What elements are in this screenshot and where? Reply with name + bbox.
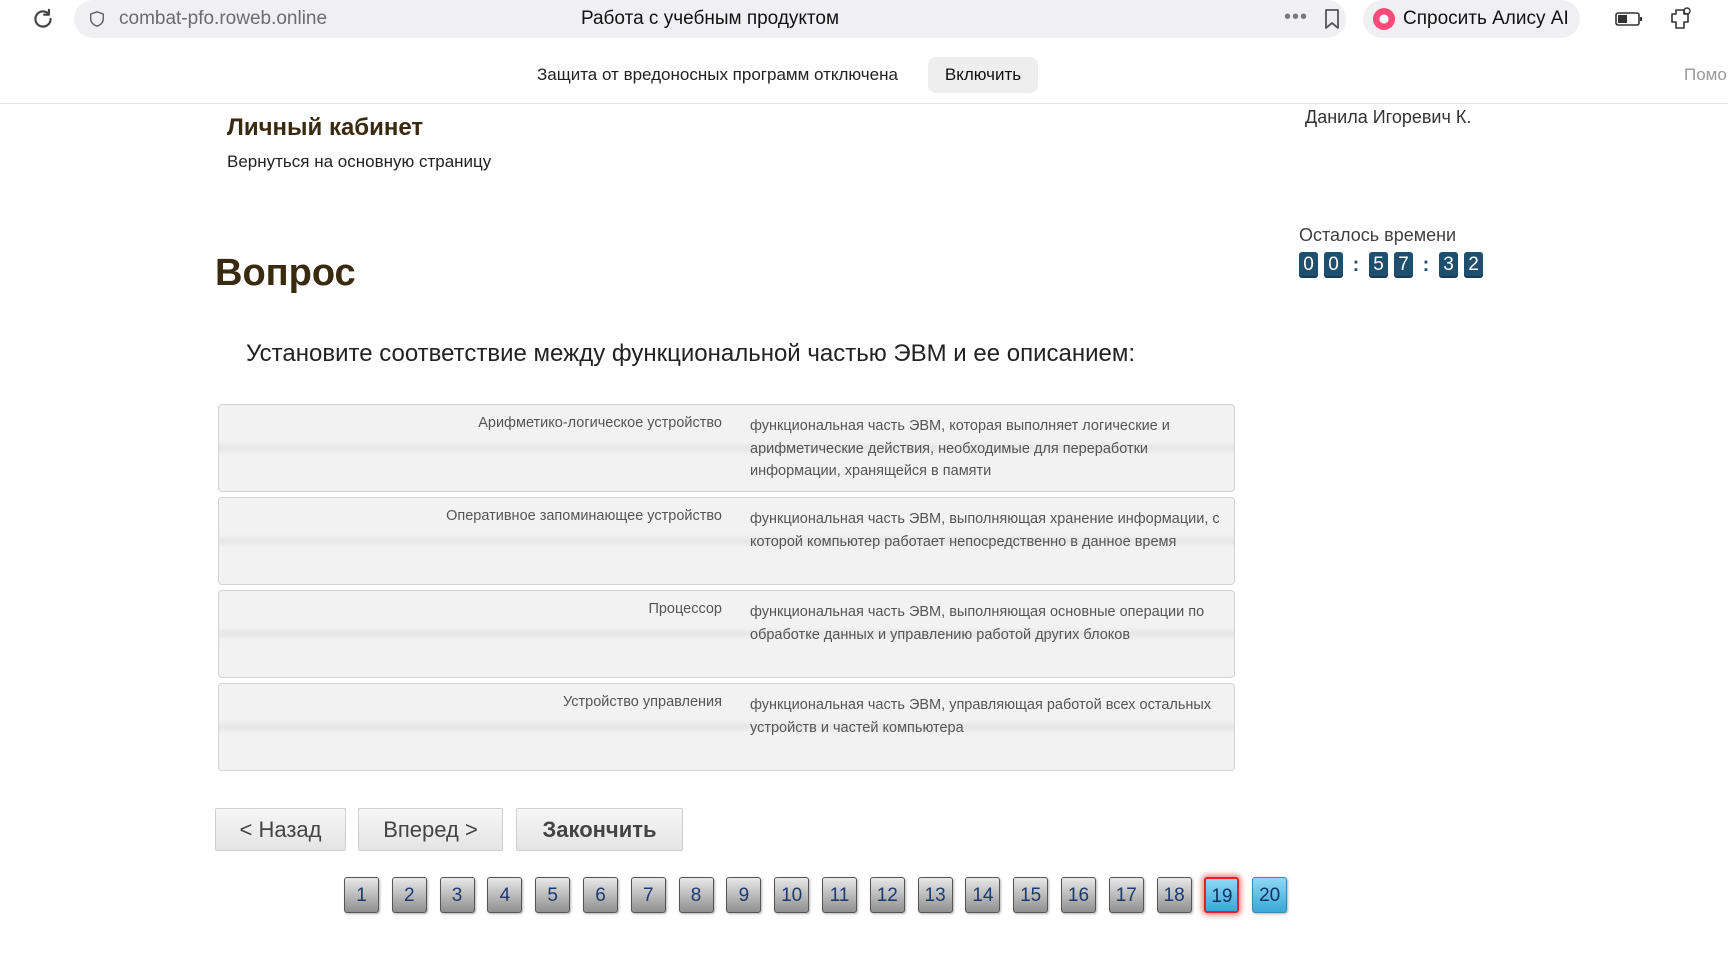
matching-row[interactable]: Устройство управления функциональная час… [218, 683, 1235, 771]
page-button[interactable]: 8 [678, 877, 714, 913]
timer-digit: 7 [1394, 252, 1413, 278]
page-button[interactable]: 4 [487, 877, 523, 913]
extensions-icon[interactable] [1670, 6, 1694, 32]
page-button[interactable]: 18 [1156, 877, 1192, 913]
timer-digit: 0 [1299, 252, 1318, 278]
page-button[interactable]: 7 [630, 877, 666, 913]
timer-digit: 0 [1324, 252, 1343, 278]
matching-row[interactable]: Оперативное запоминающее устройство функ… [218, 497, 1235, 585]
address-bar[interactable]: combat-pfo.roweb.online Работа с учебным… [74, 0, 1346, 38]
page-button[interactable]: 12 [869, 877, 905, 913]
bookmark-icon[interactable] [1322, 8, 1342, 30]
ask-alice-label: Спросить Алису AI [1403, 8, 1569, 29]
matching-description[interactable]: функциональная часть ЭВМ, которая выполн… [750, 415, 1230, 483]
next-button[interactable]: Вперед > [358, 808, 503, 851]
alice-icon [1373, 8, 1395, 30]
more-horizontal-icon[interactable]: ••• [1284, 6, 1308, 29]
timer-digit: 3 [1439, 252, 1458, 278]
page-button[interactable]: 5 [535, 877, 571, 913]
matching-term: Процессор [648, 601, 722, 617]
matching-table: Арифметико-логическое устройство функцио… [218, 404, 1235, 776]
matching-description[interactable]: функциональная часть ЭВМ, управляющая ра… [750, 694, 1230, 739]
help-link[interactable]: Помощь [1684, 65, 1728, 85]
page-button[interactable]: 3 [439, 877, 475, 913]
back-to-main-link[interactable]: Вернуться на основную страницу [227, 152, 491, 172]
notification-text: Защита от вредоносных программ отключена [537, 65, 898, 84]
personal-cabinet-title[interactable]: Личный кабинет [227, 114, 423, 142]
page-button[interactable]: 6 [583, 877, 618, 913]
ask-alice-button[interactable]: Спросить Алису AI [1363, 0, 1580, 38]
page-button[interactable]: 1 [344, 877, 379, 913]
page-button[interactable]: 17 [1108, 877, 1144, 913]
matching-term: Устройство управления [563, 694, 722, 710]
page-button[interactable]: 14 [965, 877, 1001, 913]
timer-separator: : [1352, 253, 1360, 276]
page-button[interactable]: 15 [1013, 877, 1049, 913]
enable-protection-button[interactable]: Включить [928, 57, 1038, 93]
page-button[interactable]: 10 [774, 877, 810, 913]
security-notification-bar: Защита от вредоносных программ отключена… [0, 38, 1728, 104]
page-title: Работа с учебным продуктом [580, 8, 840, 29]
browser-toolbar: combat-pfo.roweb.online Работа с учебным… [0, 0, 1728, 38]
page-button[interactable]: 9 [726, 877, 762, 913]
user-name: Данила Игоревич К. [1305, 107, 1472, 127]
matching-row[interactable]: Арифметико-логическое устройство функцио… [218, 404, 1235, 492]
question-heading: Вопрос [215, 252, 356, 294]
page-button[interactable]: 16 [1061, 877, 1096, 913]
page-button[interactable]: 11 [822, 877, 857, 913]
timer-digit: 2 [1464, 252, 1483, 278]
question-text: Установите соответствие между функционал… [246, 340, 1136, 367]
reload-icon[interactable] [30, 6, 56, 32]
matching-term: Арифметико-логическое устройство [478, 415, 722, 431]
matching-term: Оперативное запоминающее устройство [446, 508, 722, 524]
finish-button[interactable]: Закончить [516, 808, 683, 851]
matching-row[interactable]: Процессор функциональная часть ЭВМ, выпо… [218, 590, 1235, 678]
timer-digit: 5 [1369, 252, 1388, 278]
matching-description[interactable]: функциональная часть ЭВМ, выполняющая хр… [750, 508, 1230, 553]
countdown-timer: 0 0 : 5 7 : 3 2 [1299, 252, 1489, 278]
timer-separator: : [1422, 253, 1430, 276]
back-button[interactable]: < Назад [215, 808, 346, 851]
page-button[interactable]: 19 [1204, 877, 1240, 913]
battery-icon[interactable] [1615, 10, 1643, 28]
page-button[interactable]: 13 [917, 877, 953, 913]
matching-description[interactable]: функциональная часть ЭВМ, выполняющая ос… [750, 601, 1230, 646]
page-button[interactable]: 2 [391, 877, 427, 913]
page-button[interactable]: 20 [1252, 877, 1288, 913]
time-remaining-label: Осталось времени [1299, 225, 1457, 245]
